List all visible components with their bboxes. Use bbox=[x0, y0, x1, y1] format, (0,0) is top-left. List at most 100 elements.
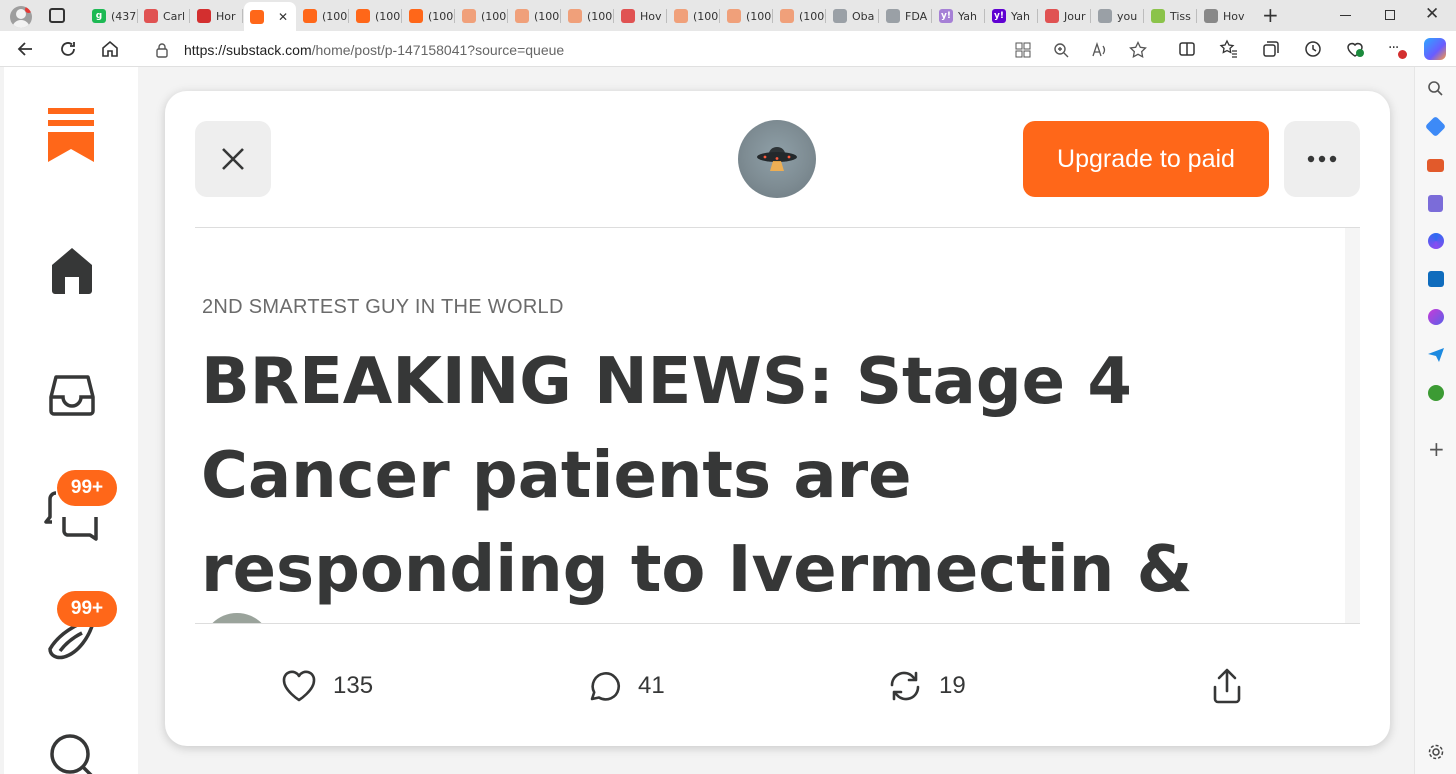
refresh-icon[interactable] bbox=[58, 39, 78, 59]
browser-tab[interactable]: Oba bbox=[827, 4, 877, 28]
tab-label: (100 bbox=[322, 9, 347, 23]
browser-tab[interactable]: (100 bbox=[721, 4, 771, 28]
tab-favicon-icon: y! bbox=[992, 9, 1006, 23]
tab-label: Tiss bbox=[1170, 9, 1191, 23]
publication-name[interactable]: 2ND SMARTEST GUY IN THE WORLD bbox=[202, 296, 564, 319]
tab-separator bbox=[189, 9, 190, 23]
more-options-button[interactable] bbox=[1284, 121, 1360, 197]
favorites-icon[interactable] bbox=[1219, 39, 1239, 59]
browser-tab[interactable]: (100 bbox=[562, 4, 612, 28]
close-button[interactable] bbox=[195, 121, 271, 197]
browser-tab[interactable]: Hor bbox=[191, 4, 241, 28]
browser-tab[interactable]: (100 bbox=[668, 4, 718, 28]
browser-essentials-icon[interactable] bbox=[1345, 39, 1365, 59]
browser-tab[interactable]: (100 bbox=[774, 4, 824, 28]
tab-label: Yah bbox=[958, 9, 977, 23]
split-screen-icon[interactable] bbox=[1177, 39, 1197, 59]
copilot-designer-icon[interactable] bbox=[1428, 309, 1444, 325]
lock-icon[interactable] bbox=[155, 42, 169, 58]
edge-sidebar: + bbox=[1414, 67, 1456, 774]
tab-label: (100 bbox=[481, 9, 506, 23]
comment-button[interactable]: 41 bbox=[586, 666, 665, 706]
address-bar[interactable]: https://substack.com/home/post/p-1471580… bbox=[138, 34, 1160, 64]
browser-tab[interactable]: (100 bbox=[350, 4, 400, 28]
tab-favicon-icon bbox=[780, 9, 794, 23]
browser-tab[interactable]: Tiss bbox=[1145, 4, 1195, 28]
shopping-icon[interactable] bbox=[1424, 115, 1447, 138]
browser-tab[interactable]: (100 bbox=[509, 4, 559, 28]
tab-label: (100 bbox=[375, 9, 400, 23]
app-available-icon[interactable] bbox=[1015, 42, 1031, 58]
tab-favicon-icon bbox=[727, 9, 741, 23]
like-button[interactable]: 135 bbox=[281, 666, 373, 706]
tab-actions-icon[interactable] bbox=[49, 8, 65, 23]
read-aloud-icon[interactable] bbox=[1091, 42, 1109, 58]
favorite-star-icon[interactable] bbox=[1129, 41, 1147, 59]
history-icon[interactable] bbox=[1303, 39, 1323, 59]
profile-icon[interactable] bbox=[10, 6, 32, 28]
tab-favicon-icon bbox=[674, 9, 688, 23]
substack-logo[interactable] bbox=[48, 108, 94, 162]
search-icon[interactable] bbox=[1427, 80, 1444, 97]
add-app-icon[interactable]: + bbox=[1428, 439, 1445, 459]
upgrade-to-paid-button[interactable]: Upgrade to paid bbox=[1023, 121, 1269, 197]
tab-favicon-icon bbox=[886, 9, 900, 23]
browser-tab[interactable]: (100 bbox=[297, 4, 347, 28]
tab-separator bbox=[401, 9, 402, 23]
back-icon[interactable] bbox=[16, 39, 36, 59]
browser-tab[interactable]: Jour bbox=[1039, 4, 1089, 28]
home-icon[interactable] bbox=[100, 39, 120, 59]
post-actions-bar: 135 41 19 bbox=[195, 624, 1360, 746]
search-icon[interactable] bbox=[48, 732, 100, 774]
more-icon bbox=[1307, 155, 1337, 163]
inbox-icon[interactable] bbox=[48, 369, 96, 417]
send-icon[interactable] bbox=[1427, 347, 1445, 363]
browser-tab[interactable]: y! Yah bbox=[933, 4, 983, 28]
substack-left-nav: 99+ 99+ bbox=[4, 67, 138, 774]
restore-button[interactable] bbox=[1385, 10, 1395, 20]
restack-count: 19 bbox=[939, 672, 966, 699]
minimize-button[interactable] bbox=[1340, 15, 1351, 16]
browser-tab[interactable]: Hov bbox=[1198, 4, 1248, 28]
copilot-icon[interactable] bbox=[1424, 38, 1446, 60]
tab-favicon-icon bbox=[197, 9, 211, 23]
browser-tab[interactable]: Hov bbox=[615, 4, 665, 28]
close-window-button[interactable]: ✕ bbox=[1425, 4, 1439, 24]
tab-label: Hov bbox=[1223, 9, 1245, 23]
browser-tab[interactable]: FDA bbox=[880, 4, 930, 28]
browser-tab[interactable]: you bbox=[1092, 4, 1142, 28]
tab-close-icon[interactable]: ✕ bbox=[278, 10, 288, 24]
tab-favicon-icon bbox=[250, 9, 264, 24]
content-scrollbar[interactable] bbox=[1345, 228, 1360, 624]
outlook-icon[interactable] bbox=[1428, 271, 1444, 287]
microsoft-365-icon[interactable] bbox=[1428, 233, 1444, 249]
browser-tab[interactable]: g (437 bbox=[86, 4, 136, 28]
chat-badge: 99+ bbox=[57, 470, 117, 506]
tab-separator bbox=[666, 9, 667, 23]
close-icon bbox=[222, 148, 244, 170]
publication-avatar[interactable] bbox=[738, 120, 816, 198]
browser-tab[interactable]: Carl bbox=[138, 4, 188, 28]
home-icon[interactable] bbox=[48, 245, 96, 295]
ufo-icon bbox=[757, 147, 797, 171]
share-icon bbox=[1213, 668, 1241, 704]
browser-tab[interactable]: (100 bbox=[456, 4, 506, 28]
tab-separator bbox=[931, 9, 932, 23]
new-tab-button[interactable]: + bbox=[1262, 5, 1279, 25]
browser-tab[interactable]: ✕ bbox=[244, 2, 296, 31]
browser-tab[interactable]: (100 bbox=[403, 4, 453, 28]
tab-favicon-icon bbox=[1151, 9, 1165, 23]
zoom-icon[interactable] bbox=[1053, 42, 1069, 58]
tab-favicon-icon bbox=[303, 9, 317, 23]
sidebar-settings-icon[interactable] bbox=[1427, 743, 1445, 761]
tab-label: (100 bbox=[799, 9, 824, 23]
collections-icon[interactable] bbox=[1261, 39, 1281, 59]
browser-tab[interactable]: y! Yah bbox=[986, 4, 1036, 28]
settings-more-icon[interactable]: ··· bbox=[1388, 40, 1399, 56]
tree-icon[interactable] bbox=[1428, 385, 1444, 401]
tab-favicon-icon bbox=[568, 9, 582, 23]
tools-icon[interactable] bbox=[1427, 159, 1444, 172]
restack-button[interactable]: 19 bbox=[887, 666, 966, 706]
share-button[interactable] bbox=[1209, 666, 1245, 706]
games-icon[interactable] bbox=[1428, 195, 1443, 212]
